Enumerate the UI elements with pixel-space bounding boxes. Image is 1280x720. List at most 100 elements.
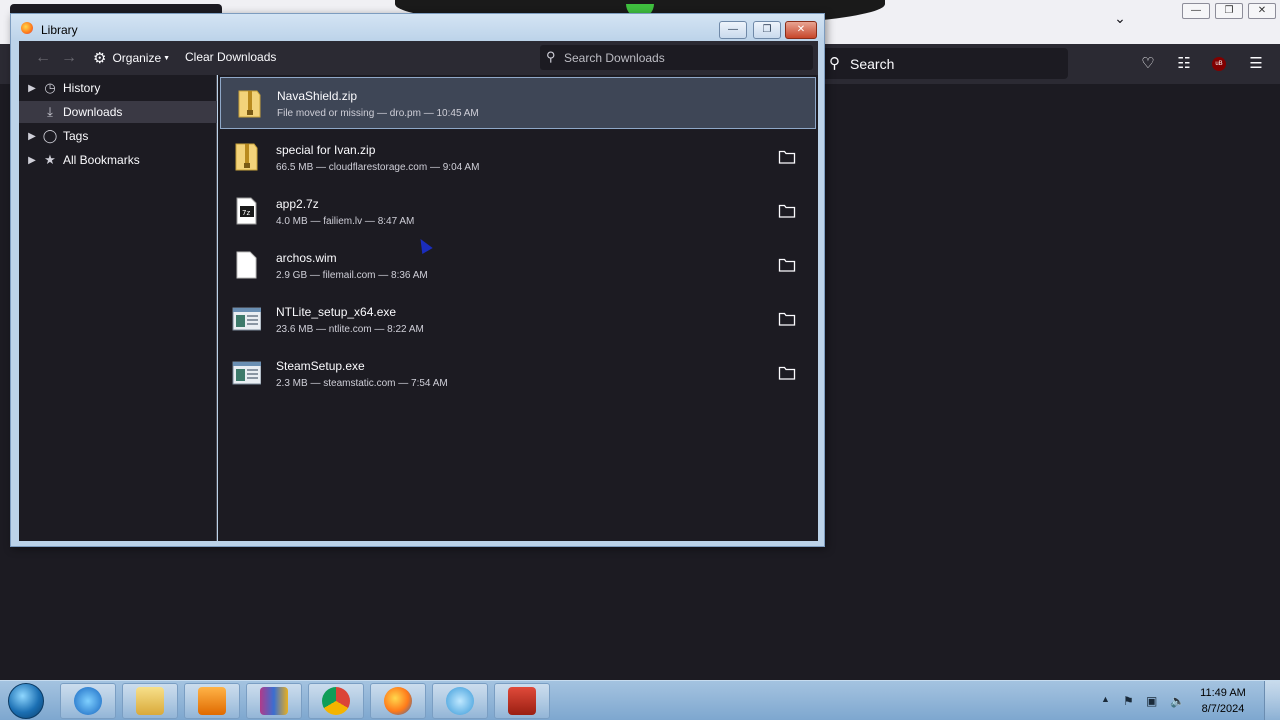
download-row[interactable]: archos.wim 2.9 GB — filemail.com — 8:36 … — [218, 239, 816, 293]
svg-text:7z: 7z — [242, 209, 250, 217]
library-titlebar: Library — ❐ ✕ — [11, 14, 824, 41]
hamburger-menu-icon[interactable]: ☰ — [1246, 54, 1266, 74]
media-player-icon — [198, 687, 226, 715]
close-button[interactable]: ✕ — [785, 21, 817, 39]
bubble-app-icon — [446, 687, 474, 715]
winrar-icon — [260, 687, 288, 715]
download-status: 2.3 MB — steamstatic.com — 7:54 AM — [276, 378, 448, 389]
organize-label: Organize — [112, 51, 162, 65]
download-row[interactable]: NTLite_setup_x64.exe 23.6 MB — ntlite.co… — [218, 293, 816, 347]
show-in-folder-icon[interactable] — [778, 149, 796, 165]
downloads-list: NavaShield.zip File moved or missing — d… — [218, 75, 818, 541]
taskbar-internet-explorer[interactable] — [60, 683, 116, 719]
show-in-folder-icon[interactable] — [778, 365, 796, 381]
action-center-flag-icon[interactable]: ⚑ — [1123, 694, 1134, 708]
taskbar-firefox[interactable] — [370, 683, 426, 719]
taskbar-media-player[interactable] — [184, 683, 240, 719]
zip-icon — [235, 143, 258, 171]
clock-time: 11:49 AM — [1200, 687, 1246, 699]
exe-icon — [232, 361, 261, 385]
back-arrow-icon[interactable]: ← — [35, 49, 51, 67]
taskbar-file-explorer[interactable] — [122, 683, 178, 719]
start-button[interactable] — [8, 683, 44, 719]
download-row[interactable]: SteamSetup.exe 2.3 MB — steamstatic.com … — [218, 347, 816, 401]
download-row[interactable]: 7z app2.7z 4.0 MB — failiem.lv — 8:47 AM — [218, 185, 816, 239]
file-explorer-icon — [136, 687, 164, 715]
download-filename: NavaShield.zip — [277, 89, 358, 103]
extensions-icon[interactable]: ☷ — [1174, 54, 1194, 74]
show-in-folder-icon[interactable] — [778, 203, 796, 219]
forward-arrow-icon[interactable]: → — [61, 49, 77, 67]
window-title: Library — [41, 23, 78, 37]
tab-list-chevron-icon[interactable]: ⌄ — [1110, 10, 1130, 30]
sidebar-item-label: Tags — [63, 129, 89, 143]
show-in-folder-icon[interactable] — [778, 257, 796, 273]
internet-explorer-icon — [74, 687, 102, 715]
download-status: File moved or missing — dro.pm — 10:45 A… — [277, 108, 479, 119]
library-sidebar: ▶ ◷ History ⤓ Downloads ▶ ◯ Tags ▶ ★ All… — [19, 75, 217, 541]
taskbar: ▲ ⚑ ▣ 🔈 11:49 AM 8/7/2024 — [0, 680, 1280, 720]
star-icon: ★ — [44, 152, 56, 167]
show-in-folder-icon[interactable] — [778, 311, 796, 327]
toolbox-app-icon — [508, 687, 536, 715]
search-icon: ⚲ — [546, 49, 556, 64]
7z-icon: 7z — [236, 197, 257, 225]
browser-close-button[interactable]: ✕ — [1248, 3, 1276, 19]
taskbar-chrome[interactable] — [308, 683, 364, 719]
firefox-icon — [384, 687, 412, 715]
sidebar-item-label: All Bookmarks — [63, 153, 140, 167]
zip-icon — [238, 90, 261, 118]
clear-downloads-button[interactable]: Clear Downloads — [185, 50, 276, 64]
organize-menu-button[interactable]: ⚙ Organize ▼ — [93, 49, 170, 67]
browser-search-placeholder: Search — [850, 56, 895, 72]
search-icon: ⚲ — [829, 55, 840, 72]
browser-restore-button[interactable]: ❐ — [1215, 3, 1243, 19]
download-filename: NTLite_setup_x64.exe — [276, 305, 397, 319]
taskbar-winrar[interactable] — [246, 683, 302, 719]
volume-muted-icon[interactable]: 🔈 — [1170, 694, 1185, 708]
sidebar-item-history[interactable]: ▶ ◷ History — [19, 77, 217, 99]
gear-icon: ⚙ — [93, 50, 107, 67]
dropdown-arrow-icon: ▼ — [163, 54, 171, 62]
ublock-origin-icon[interactable]: uB — [1212, 57, 1226, 71]
blank-file-icon — [236, 251, 257, 279]
browser-minimize-button[interactable]: — — [1182, 3, 1210, 19]
search-downloads-field[interactable]: ⚲ — [540, 45, 813, 70]
library-window: Library — ❐ ✕ ← → ⚙ Organize ▼ Clear Dow… — [10, 13, 825, 547]
download-status: 4.0 MB — failiem.lv — 8:47 AM — [276, 216, 415, 227]
clock-date: 8/7/2024 — [1201, 703, 1245, 715]
library-toolbar: ← → ⚙ Organize ▼ Clear Downloads ⚲ — [19, 41, 818, 75]
sidebar-item-downloads[interactable]: ⤓ Downloads — [19, 101, 217, 123]
expand-chevron-icon[interactable]: ▶ — [25, 131, 39, 142]
network-icon[interactable]: ▣ — [1146, 694, 1157, 708]
sidebar-item-label: Downloads — [63, 105, 123, 119]
download-row[interactable]: special for Ivan.zip 66.5 MB — cloudflar… — [218, 131, 816, 185]
download-filename: SteamSetup.exe — [276, 359, 365, 373]
pocket-icon[interactable]: ♡ — [1138, 54, 1158, 74]
browser-search-bar[interactable]: ⚲ Search — [822, 48, 1068, 79]
restore-button[interactable]: ❐ — [753, 21, 781, 39]
sidebar-item-tags[interactable]: ▶ ◯ Tags — [19, 125, 217, 147]
download-status: 66.5 MB — cloudflarestorage.com — 9:04 A… — [276, 162, 480, 173]
search-downloads-input[interactable] — [564, 48, 804, 67]
sidebar-item-all-bookmarks[interactable]: ▶ ★ All Bookmarks — [19, 149, 217, 171]
chrome-icon — [322, 687, 350, 715]
firefox-icon — [21, 22, 33, 34]
exe-icon — [232, 307, 261, 331]
minimize-button[interactable]: — — [719, 21, 747, 39]
expand-chevron-icon[interactable]: ▶ — [25, 155, 39, 166]
system-clock[interactable]: 11:49 AM 8/7/2024 — [1192, 685, 1254, 717]
expand-chevron-icon[interactable]: ▶ — [25, 83, 39, 94]
show-desktop-button[interactable] — [1264, 681, 1280, 720]
download-row[interactable]: NavaShield.zip File moved or missing — d… — [220, 77, 816, 129]
download-filename: app2.7z — [276, 197, 319, 211]
sidebar-item-label: History — [63, 81, 101, 95]
download-icon: ⤓ — [47, 104, 53, 119]
download-filename: special for Ivan.zip — [276, 143, 376, 157]
taskbar-toolbox-app[interactable] — [494, 683, 550, 719]
download-status: 2.9 GB — filemail.com — 8:36 AM — [276, 270, 428, 281]
show-hidden-icons-icon[interactable]: ▲ — [1101, 694, 1110, 704]
taskbar-bubble-app[interactable] — [432, 683, 488, 719]
tag-icon: ◯ — [42, 128, 58, 143]
download-status: 23.6 MB — ntlite.com — 8:22 AM — [276, 324, 424, 335]
